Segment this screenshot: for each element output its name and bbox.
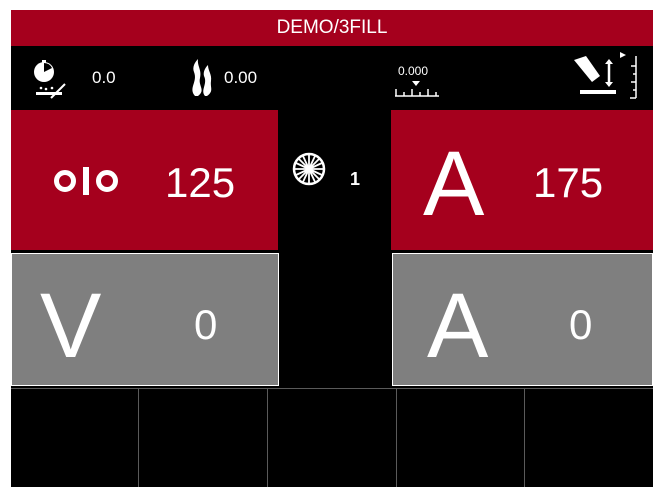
current-set-value: 175 bbox=[533, 159, 604, 206]
current-meas-value: 0 bbox=[569, 301, 593, 348]
current-meas-letter: A bbox=[427, 275, 489, 377]
gas-flow-icon[interactable] bbox=[186, 58, 216, 98]
current-meter-panel: A 0 bbox=[392, 253, 653, 386]
softkey-1[interactable] bbox=[11, 388, 139, 487]
wire-spool-icon[interactable] bbox=[292, 152, 326, 186]
wire-speed-value: 125 bbox=[165, 159, 236, 206]
wire-timer-value: 0.0 bbox=[92, 68, 116, 87]
wire-feed-icon bbox=[53, 165, 121, 197]
scale-ruler-icon[interactable] bbox=[394, 80, 440, 98]
gas-value: 0.00 bbox=[224, 68, 258, 87]
voltage-letter: V bbox=[40, 275, 102, 377]
softkey-4[interactable] bbox=[397, 388, 525, 487]
softkey-3[interactable] bbox=[268, 388, 397, 487]
scale-value: 0.000 bbox=[398, 64, 429, 78]
current-set-letter: A bbox=[423, 133, 485, 235]
torch-height-icon[interactable] bbox=[570, 52, 640, 104]
wire-speed-panel[interactable]: 125 bbox=[11, 110, 278, 250]
softkey-2[interactable] bbox=[139, 388, 268, 487]
current-set-panel[interactable]: A 175 bbox=[391, 110, 653, 250]
wire-burnback-timer-icon[interactable] bbox=[30, 58, 76, 104]
voltage-meter-panel: V 0 bbox=[11, 253, 279, 386]
program-title: DEMO/3FILL bbox=[276, 17, 388, 38]
welder-screen: DEMO/3FILL 0.0 0.00 0.000 125 A 175 1 V … bbox=[0, 0, 653, 487]
program-number: 1 bbox=[350, 169, 361, 189]
softkey-5[interactable] bbox=[525, 388, 653, 487]
title-bar: DEMO/3FILL bbox=[11, 10, 653, 46]
voltage-value: 0 bbox=[194, 301, 218, 348]
